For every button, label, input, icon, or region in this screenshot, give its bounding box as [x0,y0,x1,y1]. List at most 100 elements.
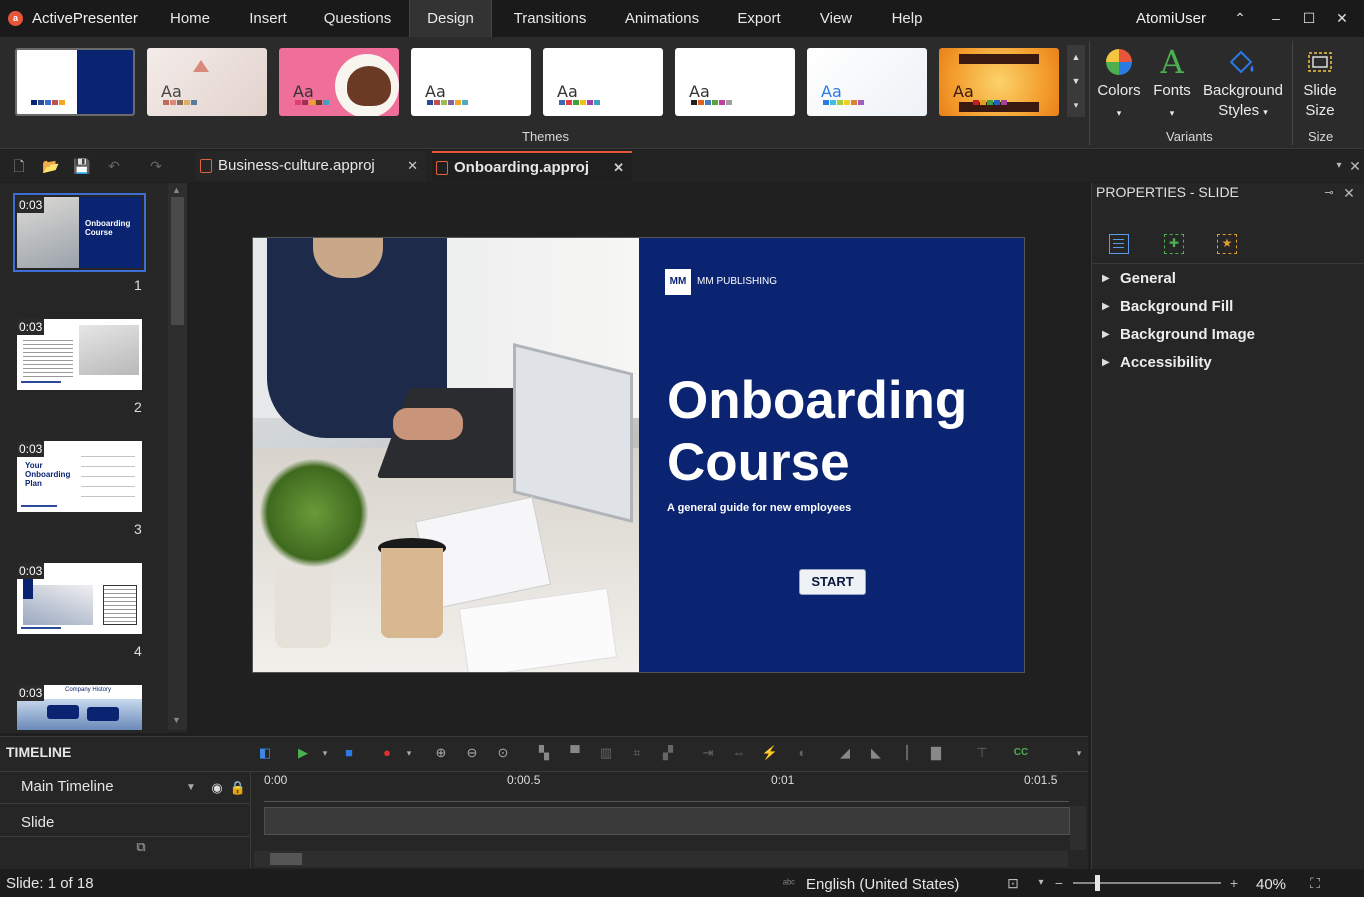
record-dropdown-icon[interactable]: ▾ [400,744,418,762]
close-tab-icon[interactable]: ✕ [613,153,624,183]
fit-to-window-icon[interactable]: ⛶ [1306,874,1324,892]
theme-8[interactable]: Aa [939,48,1059,116]
timeline-ruler[interactable] [264,790,1069,802]
zoom-slider-thumb[interactable] [1094,875,1100,891]
menu-transitions[interactable]: Transitions [495,0,605,37]
slide-properties-icon[interactable] [1109,234,1129,254]
close-tab-icon[interactable]: ✕ [407,151,418,181]
minimize-icon[interactable]: – [1266,8,1286,28]
menu-view[interactable]: View [802,0,870,37]
fonts-button[interactable]: A Fonts ▾ [1150,46,1194,123]
insert-time-icon[interactable]: ▀ [566,744,584,762]
main-timeline-label[interactable]: Main Timeline [21,778,114,795]
animation-properties-icon[interactable]: ★ [1217,234,1237,254]
theme-2[interactable]: Aa [147,48,267,116]
expand-general-icon[interactable]: ▶ [1102,273,1110,284]
themes-scroll-up-icon[interactable]: ▲ [1067,45,1085,69]
maximize-icon[interactable]: ☐ [1299,8,1319,28]
zoom-out-button[interactable]: − [1050,874,1068,892]
timeline-horizontal-scrollbar[interactable] [254,851,1068,867]
pin-panel-icon[interactable]: ⊸ [1320,184,1338,202]
presentation-view-icon[interactable]: ⊡ [1004,874,1022,892]
menu-design[interactable]: Design [409,0,492,37]
undo-icon[interactable]: ↶ [105,157,123,175]
scroll-thumb[interactable] [270,853,302,865]
close-panel-icon[interactable]: ✕ [1340,184,1358,202]
tab-business-culture[interactable]: Business-culture.approj ✕ [196,151,426,181]
menu-animations[interactable]: Animations [607,0,717,37]
slide-track[interactable] [264,807,1070,835]
record-icon[interactable]: ● [378,744,396,762]
audio-levels-icon[interactable]: ┃ [898,744,916,762]
marker-icon[interactable]: ⊤ [973,744,991,762]
timeline-menu-icon[interactable]: ▾ [1070,744,1088,762]
new-file-icon[interactable]: 🗋 [10,157,28,175]
section-background-fill[interactable]: Background Fill [1120,298,1233,315]
slide-thumbnail-5[interactable]: Company History 0:03 [17,685,142,730]
waveform-icon[interactable]: ▇ [927,744,945,762]
collapse-ribbon-icon[interactable]: ⌃ [1230,8,1250,28]
zoom-out-icon[interactable]: ⊖ [463,744,481,762]
timeline-vertical-scrollbar[interactable] [1070,806,1086,850]
slide-panel-scrollbar[interactable]: ▲ ▼ [168,183,187,730]
audio-volume-icon[interactable]: ◖ [792,744,810,762]
fade-in-icon[interactable]: ◢ [836,744,854,762]
menu-export[interactable]: Export [719,0,799,37]
scroll-thumb[interactable] [171,197,184,325]
freeze-frame-icon[interactable]: ⇔ [730,744,748,762]
speed-icon[interactable]: ⚡ [761,744,779,762]
menu-insert[interactable]: Insert [229,0,307,37]
colors-button[interactable]: Colors ▾ [1096,47,1142,123]
close-window-icon[interactable]: ✕ [1332,8,1352,28]
closed-captions-icon[interactable]: CC [1012,744,1030,762]
stop-icon[interactable]: ■ [340,744,358,762]
join-icon[interactable]: ▞ [659,744,677,762]
play-icon[interactable]: ▶ [294,744,312,762]
open-folder-icon[interactable]: 📂 [42,157,60,175]
office-photo[interactable] [253,238,639,672]
extend-frame-icon[interactable]: ⇥ [699,744,717,762]
expand-accessibility-icon[interactable]: ▶ [1102,357,1110,368]
add-track-icon[interactable]: ⧉ [132,838,150,856]
play-dropdown-icon[interactable]: ▾ [316,744,334,762]
transition-properties-icon[interactable]: ✚ [1164,234,1184,254]
publisher-logo[interactable]: MM [665,269,691,295]
tab-onboarding[interactable]: Onboarding.approj ✕ [432,151,632,181]
slide-thumbnail-2[interactable]: 0:03 [17,319,142,390]
slide-thumbnail-3[interactable]: Your Onboarding Plan 0:03 [17,441,142,512]
lock-icon[interactable]: 🔒 [229,779,247,797]
slide-subtitle[interactable]: A general guide for new employees [667,502,851,514]
theme-5[interactable]: Aa [543,48,663,116]
fade-out-icon[interactable]: ◣ [867,744,885,762]
slide-size-button[interactable]: Slide Size [1299,47,1341,121]
view-dropdown-icon[interactable]: ▾ [1032,874,1050,892]
themes-scroll-down-icon[interactable]: ▼ [1067,69,1085,93]
slide-title[interactable]: Onboarding Course [667,370,1007,494]
close-all-tabs-icon[interactable]: ✕ [1346,157,1364,175]
delete-time-icon[interactable]: ▥ [597,744,615,762]
menu-help[interactable]: Help [872,0,942,37]
slide-thumbnail-4[interactable]: 0:03 [17,563,142,634]
redo-icon[interactable]: ↷ [147,157,165,175]
timeline-select-dropdown-icon[interactable]: ▼ [182,779,200,797]
expand-background-image-icon[interactable]: ▶ [1102,329,1110,340]
zoom-in-button[interactable]: + [1225,874,1243,892]
publisher-name[interactable]: MM PUBLISHING [697,276,777,287]
zoom-fit-icon[interactable]: ⊙ [494,744,512,762]
section-accessibility[interactable]: Accessibility [1120,354,1212,371]
select-all-icon[interactable]: ◧ [256,744,274,762]
language-label[interactable]: English (United States) [806,876,959,893]
scroll-up-icon[interactable]: ▲ [172,185,181,195]
split-icon[interactable]: ▚ [535,744,553,762]
section-background-image[interactable]: Background Image [1120,326,1255,343]
menu-home[interactable]: Home [151,0,229,37]
zoom-in-icon[interactable]: ⊕ [432,744,450,762]
theme-1[interactable] [15,48,135,116]
save-icon[interactable]: 💾 [73,157,91,175]
start-button[interactable]: START [799,569,866,595]
user-name[interactable]: AtomiUser [1136,10,1206,27]
crop-icon[interactable]: ⌗ [628,744,646,762]
slide-thumbnail-1[interactable]: Onboarding Course 0:03 [13,193,146,272]
theme-6[interactable]: Aa [675,48,795,116]
scroll-down-icon[interactable]: ▼ [172,715,181,725]
